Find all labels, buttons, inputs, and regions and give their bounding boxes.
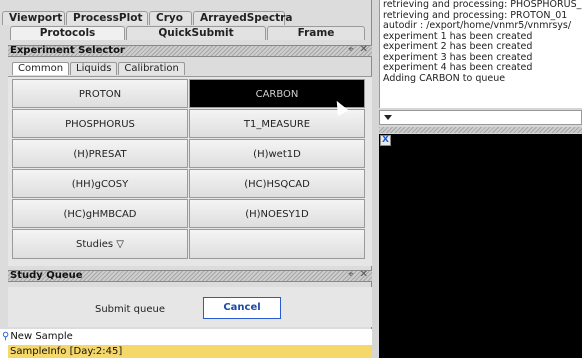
tab-row-top: Viewport ProcessPlot Cryo ArrayedSpectra [2, 11, 292, 25]
tree-node-new-sample[interactable]: ⚲New Sample [2, 331, 73, 342]
study-queue-header: Study Queue ⌖ ✕ [8, 269, 372, 282]
graphics-canvas[interactable] [379, 134, 582, 358]
tab-protocols[interactable]: Protocols [10, 26, 125, 40]
log-line: Adding CARBON to queue [383, 72, 506, 84]
tree-node-sampleinfo[interactable]: SampleInfo [Day:2:45] [8, 345, 372, 358]
sample-node-icon: ⚲ [2, 331, 10, 342]
cancel-button[interactable]: Cancel [203, 297, 281, 319]
experiment-button-wet1d[interactable]: (H)wet1D [189, 139, 365, 168]
log-line: experiment 2 has been created [383, 41, 533, 52]
tab-processplot[interactable]: ProcessPlot [66, 11, 148, 25]
study-queue-title: Study Queue [10, 270, 83, 281]
subtab-liquids[interactable]: Liquids [70, 62, 118, 75]
command-line-input[interactable] [379, 110, 582, 125]
close-icon[interactable]: ✕ [360, 44, 368, 55]
tab-quicksubmit[interactable]: QuickSubmit [126, 26, 266, 40]
experiment-button-ghmbcad[interactable]: (HC)gHMBCAD [12, 199, 188, 228]
log-line: experiment 4 has been created [383, 62, 533, 73]
log-line: retrieving and processing: PHOSPHORUS_ [383, 0, 582, 10]
close-icon[interactable]: ✕ [360, 269, 368, 280]
experiment-button-hsqcad[interactable]: (HC)HSQCAD [189, 169, 365, 198]
tab-arrayedspectra[interactable]: ArrayedSpectra [193, 11, 292, 25]
study-queue-toolbar [8, 287, 372, 327]
dropdown-arrow-icon[interactable] [384, 115, 392, 120]
pin-icon[interactable]: ⌖ [348, 44, 354, 55]
submit-queue-button[interactable]: Submit queue [95, 304, 165, 315]
right-panel: retrieving and processing: PHOSPHORUS_ re… [373, 0, 582, 358]
subtab-calibration[interactable]: Calibration [118, 62, 185, 75]
tab-viewport[interactable]: Viewport [2, 11, 65, 25]
splitter-handle[interactable] [379, 127, 582, 133]
experiment-button-gcosy[interactable]: (HH)gCOSY [12, 169, 188, 198]
left-panel: Viewport ProcessPlot Cryo ArrayedSpectra… [0, 0, 372, 358]
experiment-button-empty [189, 229, 365, 259]
pin-icon[interactable]: ⌖ [348, 269, 354, 280]
tab-cryo[interactable]: Cryo [149, 11, 192, 25]
experiment-selector-controls: ⌖ ✕ [342, 44, 368, 55]
message-log: retrieving and processing: PHOSPHORUS_ re… [379, 0, 582, 108]
experiment-subtabs: Common Liquids Calibration [12, 62, 186, 75]
study-queue-controls: ⌖ ✕ [342, 269, 368, 280]
experiment-button-studies[interactable]: Studies ▽ [12, 229, 188, 259]
experiment-button-phosphorus[interactable]: PHOSPHORUS [12, 109, 188, 138]
study-queue-tree: ⚲New Sample SampleInfo [Day:2:45] [0, 329, 372, 358]
experiment-button-presat[interactable]: (H)PRESAT [12, 139, 188, 168]
log-line: autodir : /export/home/vnmr5/vnmrsys/ [383, 20, 572, 31]
tab-frame[interactable]: Frame [267, 26, 365, 40]
tab-row-bottom: Protocols QuickSubmit Frame [10, 26, 366, 40]
experiment-selector-title: Experiment Selector [10, 45, 125, 56]
experiment-button-noesy1d[interactable]: (H)NOESY1D [189, 199, 365, 228]
experiment-button-proton[interactable]: PROTON [12, 79, 188, 108]
experiment-selector-header: Experiment Selector ⌖ ✕ [8, 44, 372, 57]
subtab-common[interactable]: Common [12, 62, 70, 75]
tree-node-label: New Sample [10, 331, 73, 342]
vnmrj-window: Viewport ProcessPlot Cryo ArrayedSpectra… [0, 0, 582, 358]
graphics-close-icon[interactable]: X [380, 135, 391, 146]
